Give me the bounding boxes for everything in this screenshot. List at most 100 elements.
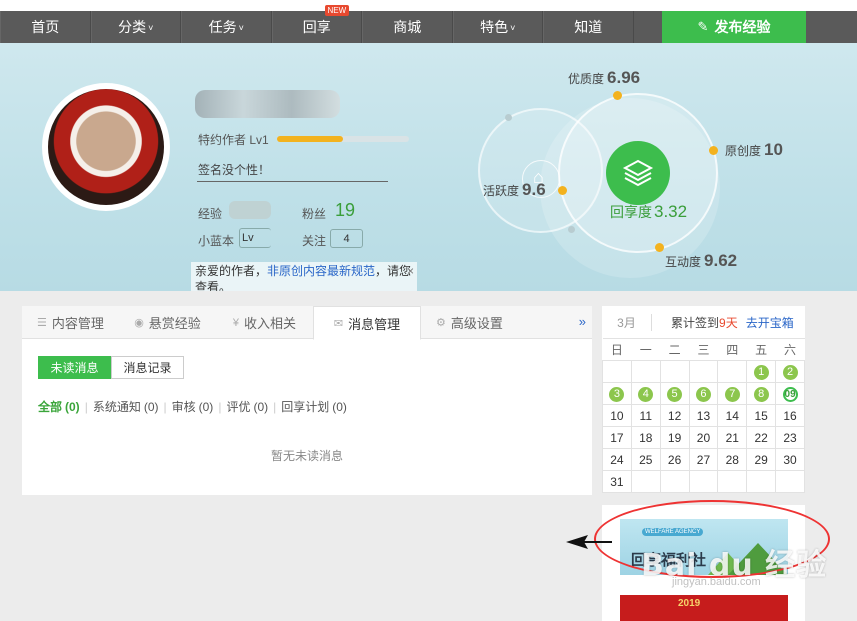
calendar-day[interactable]: 12	[659, 404, 690, 427]
calendar-day-number: 10	[610, 408, 624, 423]
level-progress-bar	[277, 136, 409, 142]
filter-separator: |	[84, 400, 88, 414]
avatar[interactable]	[42, 83, 170, 211]
filter-2[interactable]: 审核 (0)	[172, 398, 214, 415]
calendar-day-number: 17	[610, 430, 624, 445]
calendar-day[interactable]: 11	[630, 404, 661, 427]
nav-item-5[interactable]: 特色 ˅	[452, 11, 543, 43]
weekday-cell: 日	[602, 338, 632, 361]
calendar-day[interactable]: 26	[659, 448, 690, 471]
fans-count[interactable]: 19	[335, 200, 355, 221]
calendar-day[interactable]: 30	[775, 448, 805, 471]
calendar-day[interactable]: 24	[602, 448, 632, 471]
follow-count[interactable]: 4	[330, 229, 363, 248]
quality-label: 优质度	[568, 72, 605, 86]
calendar-day[interactable]: 27	[688, 448, 719, 471]
interaction-label: 互动度	[665, 255, 702, 269]
calendar-day[interactable]: 16	[775, 404, 805, 427]
tab-0[interactable]: ☰ 内容管理	[22, 306, 119, 339]
nav-item-4[interactable]: 商城	[362, 11, 453, 43]
tab-1[interactable]: ◉ 悬赏经验	[119, 306, 216, 339]
calendar-day[interactable]: 8	[746, 382, 777, 405]
notice-link[interactable]: 非原创内容最新规范	[267, 264, 375, 278]
calendar-day-number: 4	[638, 386, 654, 402]
author-notice: 亲爱的作者，非原创内容最新规范，请您查看。 ×	[191, 262, 417, 291]
huixiang-label: 回享度	[610, 204, 652, 220]
calendar-day[interactable]: 1	[746, 360, 777, 383]
annotation-arrow-icon	[566, 535, 612, 549]
notice-prefix: 亲爱的作者，	[195, 264, 268, 278]
gear-icon: ⚙	[436, 317, 446, 329]
calendar-day[interactable]: 4	[630, 382, 661, 405]
filter-4[interactable]: 回享计划 (0)	[281, 398, 347, 415]
newyear-banner[interactable]: 2019	[620, 595, 788, 621]
tab-3[interactable]: ✉ 消息管理	[313, 306, 421, 340]
message-panel: ☰ 内容管理 ◉ 悬赏经验 ¥ 收入相关 ✉ 消息管理 ⚙ 高级设置 » 未读消息 消息记录 全部…	[22, 306, 592, 495]
calendar-day[interactable]: 22	[746, 426, 777, 449]
calendar-day-number: 11	[639, 408, 652, 423]
calendar-day[interactable]: 19	[659, 426, 690, 449]
calendar-day[interactable]: 23	[775, 426, 805, 449]
nav-item-1[interactable]: 分类 ˅	[90, 11, 181, 43]
filter-0[interactable]: 全部 (0)	[38, 398, 80, 415]
calendar-day[interactable]: 21	[717, 426, 748, 449]
open-treasure-link[interactable]: 去开宝箱	[746, 314, 794, 331]
calendar-day[interactable]: 20	[688, 426, 719, 449]
nav-item-2[interactable]: 任务 ˅	[181, 11, 272, 43]
message-records-button[interactable]: 消息记录	[111, 356, 184, 379]
calendar-day[interactable]: 17	[602, 426, 632, 449]
quality-value: 6.96	[607, 68, 641, 87]
calendar-day[interactable]: 7	[717, 382, 748, 405]
nav-item-6[interactable]: 知道	[543, 11, 634, 43]
calendar-day[interactable]: 09	[775, 382, 805, 405]
calendar-day-number: 31	[610, 474, 624, 489]
filter-1[interactable]: 系统通知 (0)	[93, 398, 159, 415]
tabs-more-icon[interactable]: »	[579, 314, 586, 329]
calendar-day[interactable]: 28	[717, 448, 748, 471]
watermark-url: jingyan.baidu.com	[672, 576, 761, 588]
calendar-day-number: 21	[725, 430, 739, 445]
top-strip	[0, 0, 857, 11]
filter-label: 评优	[226, 400, 251, 414]
unread-messages-button[interactable]: 未读消息	[38, 356, 111, 379]
signature-text[interactable]: 签名没个性！	[198, 161, 270, 178]
calendar-day-number: 5	[667, 386, 683, 402]
calendar-week: 3 4 5 6 7 8 09	[602, 382, 805, 405]
tab-4[interactable]: ⚙ 高级设置	[421, 306, 518, 339]
calendar-day[interactable]: 29	[746, 448, 777, 471]
calendar-day[interactable]: 15	[746, 404, 777, 427]
calendar-day	[717, 360, 748, 383]
calendar-day[interactable]: 25	[630, 448, 661, 471]
nav-item-label: 特色	[480, 19, 509, 35]
calendar-day[interactable]: 31	[602, 470, 632, 493]
filter-3[interactable]: 评优 (0)	[226, 398, 268, 415]
nav-item-label: 首页	[31, 19, 60, 35]
calendar-day	[630, 470, 661, 493]
calendar-day[interactable]: 10	[602, 404, 632, 427]
publish-label: 发布经验	[714, 19, 771, 35]
signed-prefix: 累计签到	[671, 315, 720, 330]
calendar-day[interactable]: 14	[717, 404, 748, 427]
calendar-week: 12	[602, 360, 805, 383]
calendar-day[interactable]: 6	[688, 382, 719, 405]
calendar-day-number: 16	[783, 408, 797, 423]
calendar-day[interactable]: 18	[630, 426, 661, 449]
tab-label: 收入相关	[244, 316, 297, 331]
nav-item-0[interactable]: 首页	[0, 11, 91, 43]
publish-experience-button[interactable]: ✎ 发布经验	[662, 11, 806, 43]
nav-item-label: 分类	[118, 19, 147, 35]
level-progress-fill	[277, 136, 343, 142]
calendar-day[interactable]: 13	[688, 404, 719, 427]
interaction-metric: 互动度 9.62	[665, 251, 737, 271]
calendar-day-number: 27	[696, 452, 711, 467]
nav-item-3[interactable]: 回享 NEW	[271, 5, 362, 43]
calendar-day[interactable]: 5	[659, 382, 690, 405]
filter-label: 系统通知	[92, 400, 141, 414]
originality-metric: 原创度 10	[725, 140, 783, 160]
calendar-day[interactable]: 2	[775, 360, 805, 383]
calendar-day-number: 8	[753, 386, 769, 402]
tab-2[interactable]: ¥ 收入相关	[216, 306, 313, 339]
calendar-day[interactable]: 3	[602, 382, 632, 405]
calendar-day-number: 13	[696, 408, 711, 423]
notice-close-icon[interactable]: ×	[407, 263, 414, 279]
